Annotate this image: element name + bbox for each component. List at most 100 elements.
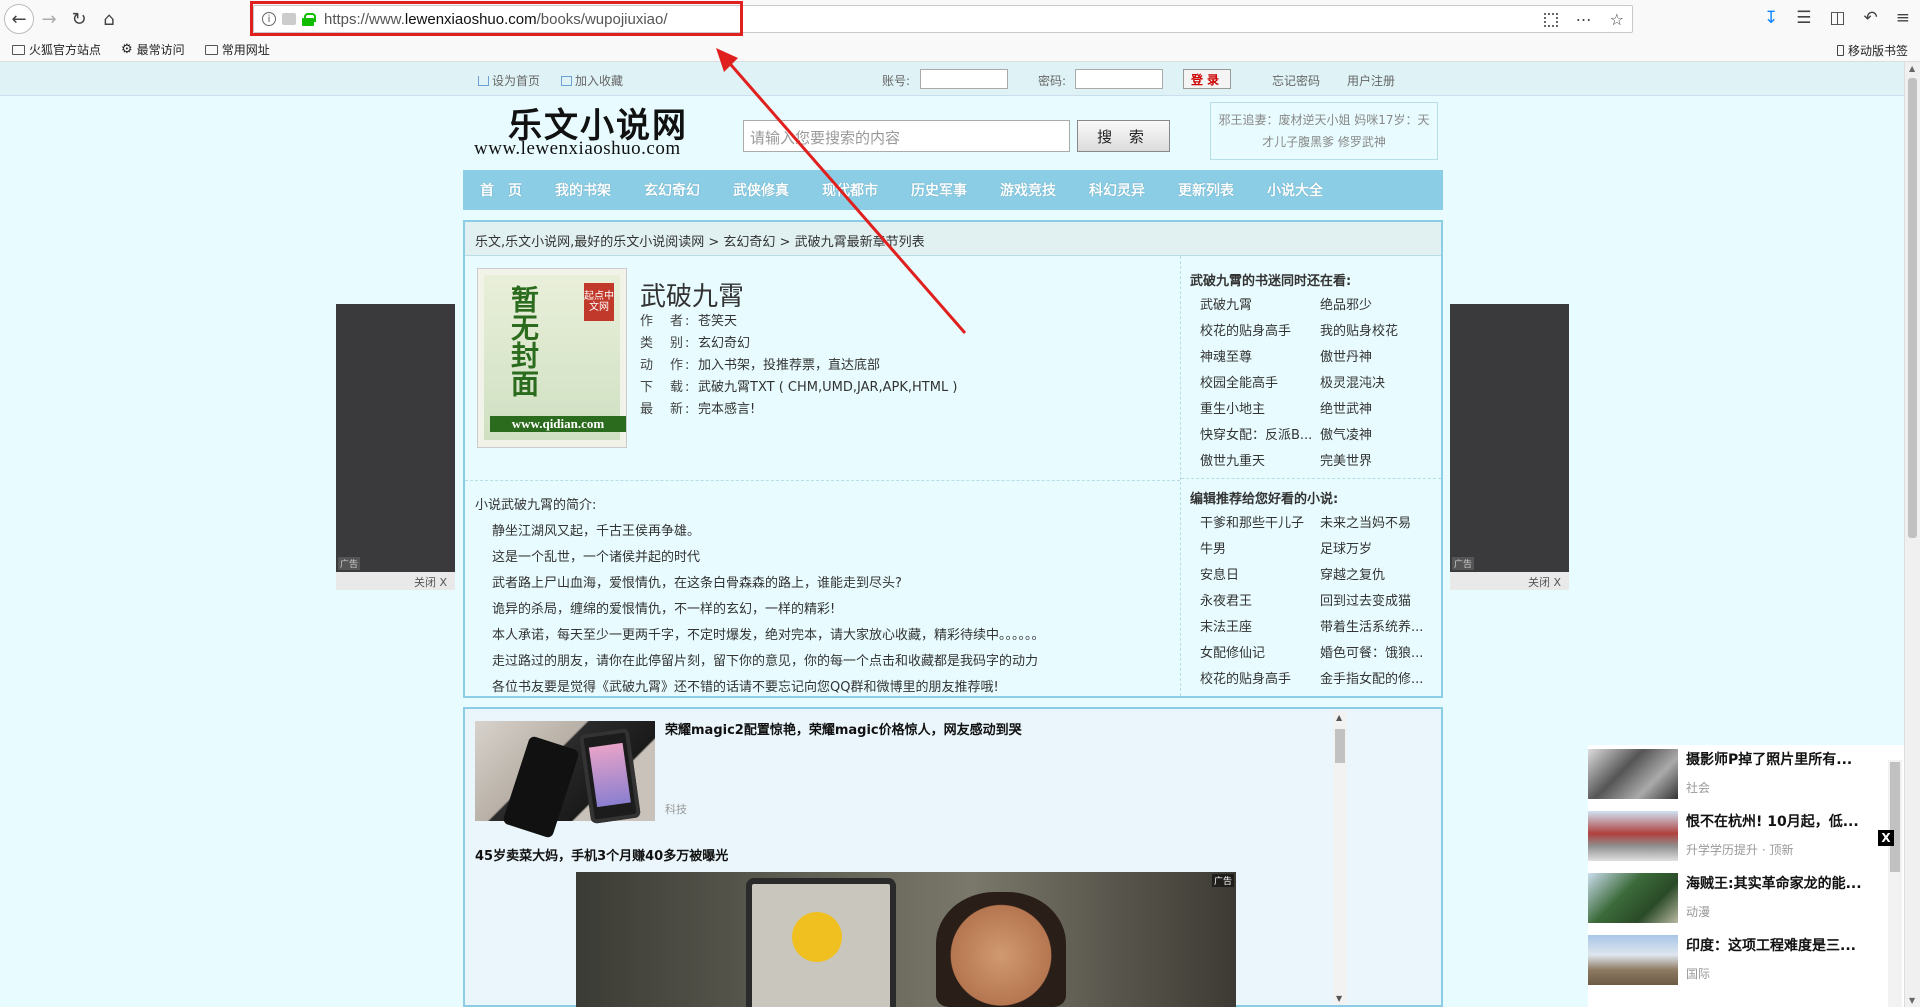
side-book-link[interactable]: 永夜君王 (1200, 590, 1320, 609)
side-book-link[interactable]: 带着生活系统养... (1320, 616, 1440, 635)
nav-all[interactable]: 小说大全 (1267, 180, 1323, 200)
side-book-link[interactable]: 绝世武神 (1320, 398, 1440, 417)
right-ad-close-button[interactable]: 关闭 X (1450, 572, 1569, 590)
intro-line: 各位书友要是觉得《武破九霄》还不错的话请不要忘记向您QQ群和微博里的朋友推荐哦! (492, 680, 999, 695)
nav-urban[interactable]: 现代都市 (822, 180, 878, 200)
back-icon[interactable]: ← (4, 4, 34, 34)
side-book-link[interactable]: 女配修仙记 (1200, 642, 1320, 661)
download-icon[interactable]: ↧ (1764, 8, 1778, 28)
mobile-bookmarks[interactable]: 移动版书签 (1836, 42, 1908, 59)
folder-icon (12, 44, 25, 55)
search-input[interactable]: 请输入您要搜索的内容 (743, 120, 1070, 152)
side-book-link[interactable]: 末法王座 (1200, 616, 1320, 635)
side-book-link[interactable]: 牛男 (1200, 538, 1320, 557)
side-book-link[interactable]: 我的贴身校花 (1320, 320, 1440, 339)
feed-image-video[interactable]: 广告 (576, 872, 1236, 1007)
side-book-link[interactable]: 婚色可餐：饿狼... (1320, 642, 1440, 661)
feed-scrollbar[interactable]: ▲ ▼ (1333, 711, 1347, 1005)
side-book-link[interactable]: 极灵混沌决 (1320, 372, 1440, 391)
side-book-link[interactable]: 傲气凌神 (1320, 424, 1440, 443)
book-cover: 暂无封面 起点中文网 www.qidian.com (477, 268, 627, 448)
register-link[interactable]: 用户注册 (1347, 72, 1395, 89)
bookmark-most-visited[interactable]: ⚙ 最常访问 (121, 41, 185, 58)
bookmark-common[interactable]: 常用网址 (204, 41, 270, 58)
feed-item-tag: 科技 (665, 803, 687, 816)
nav-updates[interactable]: 更新列表 (1178, 180, 1234, 200)
breadcrumb[interactable]: 乐文,乐文小说网,最好的乐文小说阅读网 > 玄幻奇幻 > 武破九霄最新章节列表 (465, 222, 1441, 256)
side-book-link[interactable]: 金手指女配的修... (1320, 668, 1440, 687)
home-icon[interactable]: ⌂ (94, 4, 124, 34)
news-title[interactable]: 恨不在杭州! 10月起，低... (1686, 811, 1859, 831)
scroll-up-icon[interactable]: ▲ (1909, 64, 1915, 73)
news-title[interactable]: 印度：这项工程难度是三... (1686, 935, 1856, 955)
nav-history[interactable]: 历史军事 (911, 180, 967, 200)
news-item[interactable]: 印度：这项工程难度是三... 国际 (1588, 931, 1904, 993)
side-book-link[interactable]: 未来之当妈不易 (1320, 512, 1440, 531)
side-book-link[interactable]: 安息日 (1200, 564, 1320, 583)
set-home-link[interactable]: 设为首页 (478, 72, 540, 89)
side-book-link[interactable]: 重生小地主 (1200, 398, 1320, 417)
left-ad[interactable]: 广告 关闭 X (336, 304, 455, 590)
account-input[interactable] (920, 69, 1008, 89)
news-close-button[interactable]: X (1878, 830, 1894, 846)
side-book-link[interactable]: 穿越之复仇 (1320, 564, 1440, 583)
nav-wuxia[interactable]: 武侠修真 (733, 180, 789, 200)
side-book-link[interactable]: 神魂至尊 (1200, 346, 1320, 365)
bookmark-firefox[interactable]: 火狐官方站点 (12, 41, 101, 58)
person-image (936, 892, 1066, 1007)
search-button[interactable]: 搜 索 (1077, 120, 1170, 152)
feed-item-title[interactable]: 45岁卖菜大妈，手机3个月赚40多万被曝光 (475, 845, 728, 864)
nav-game[interactable]: 游戏竞技 (1000, 180, 1056, 200)
page-actions-icon[interactable]: ⋯ (1576, 10, 1592, 29)
side-book-link[interactable]: 武破九霄 (1200, 294, 1320, 313)
scroll-thumb[interactable] (1890, 762, 1900, 872)
qr-code-icon[interactable] (1543, 12, 1558, 27)
feed-image-phones[interactable] (475, 721, 655, 839)
nav-bookshelf[interactable]: 我的书架 (555, 180, 611, 200)
feed-item-title[interactable]: 荣耀magic2配置惊艳，荣耀magic价格惊人，网友感动到哭 (665, 719, 1022, 738)
reload-icon[interactable]: ↻ (64, 4, 94, 34)
side-book-link[interactable]: 傲世丹神 (1320, 346, 1440, 365)
add-favorite-link[interactable]: 加入收藏 (561, 72, 623, 89)
news-item[interactable]: 海贼王:其实革命家龙的能... 动漫 (1588, 869, 1904, 931)
side-book-link[interactable]: 完美世界 (1320, 450, 1440, 469)
forgot-password-link[interactable]: 忘记密码 (1272, 72, 1320, 89)
hot-books-line[interactable]: 邪王追妻：废材逆天小姐 妈咪17岁：天 (1217, 109, 1431, 131)
library-icon[interactable]: ☰ (1796, 8, 1811, 28)
right-ad[interactable]: 广告 关闭 X (1450, 304, 1569, 590)
side-book-link[interactable]: 校花的贴身高手 (1200, 668, 1320, 687)
side-book-link[interactable]: 校花的贴身高手 (1200, 320, 1320, 339)
undo-icon[interactable]: ↶ (1864, 8, 1878, 28)
side-book-link[interactable]: 快穿女配：反派B... (1200, 424, 1320, 443)
nav-home[interactable]: 首 页 (480, 180, 522, 200)
news-title[interactable]: 摄影师P掉了照片里所有... (1686, 749, 1852, 769)
news-thumbnail (1588, 749, 1678, 799)
news-title[interactable]: 海贼王:其实革命家龙的能... (1686, 873, 1862, 893)
hot-books-line[interactable]: 才儿子腹黑爹 修罗武神 (1217, 131, 1431, 153)
nav-fantasy[interactable]: 玄幻奇幻 (644, 180, 700, 200)
scroll-down-icon[interactable]: ▼ (1336, 994, 1342, 1003)
login-button[interactable]: 登录 (1183, 69, 1231, 89)
page-scrollbar[interactable]: ▲ ▼ (1904, 62, 1920, 1007)
menu-icon[interactable]: ≡ (1896, 8, 1910, 28)
scroll-thumb[interactable] (1908, 78, 1917, 538)
side-book-link[interactable]: 绝品邪少 (1320, 294, 1440, 313)
password-input[interactable] (1075, 69, 1163, 89)
side-book-link[interactable]: 傲世九重天 (1200, 450, 1320, 469)
forward-icon[interactable]: → (34, 4, 64, 34)
side-book-link[interactable]: 校园全能高手 (1200, 372, 1320, 391)
news-scrollbar[interactable] (1888, 760, 1902, 1007)
scroll-down-icon[interactable]: ▼ (1909, 996, 1915, 1005)
bookmark-star-icon[interactable]: ☆ (1610, 10, 1624, 29)
scroll-up-icon[interactable]: ▲ (1336, 713, 1342, 722)
nav-scifi[interactable]: 科幻灵异 (1089, 180, 1145, 200)
side-book-link[interactable]: 足球万岁 (1320, 538, 1440, 557)
news-item[interactable]: 恨不在杭州! 10月起，低... 升学学历提升 · 顶新 (1588, 807, 1904, 869)
site-logo-url[interactable]: www.lewenxiaoshuo.com (474, 138, 681, 160)
left-ad-close-button[interactable]: 关闭 X (336, 572, 455, 590)
sidebar-icon[interactable]: ◫ (1829, 8, 1845, 28)
side-book-link[interactable]: 干爹和那些干儿子 (1200, 512, 1320, 531)
scroll-thumb[interactable] (1335, 729, 1345, 763)
side-book-link[interactable]: 回到过去变成猫 (1320, 590, 1440, 609)
news-item[interactable]: 摄影师P掉了照片里所有... 社会 (1588, 745, 1904, 807)
